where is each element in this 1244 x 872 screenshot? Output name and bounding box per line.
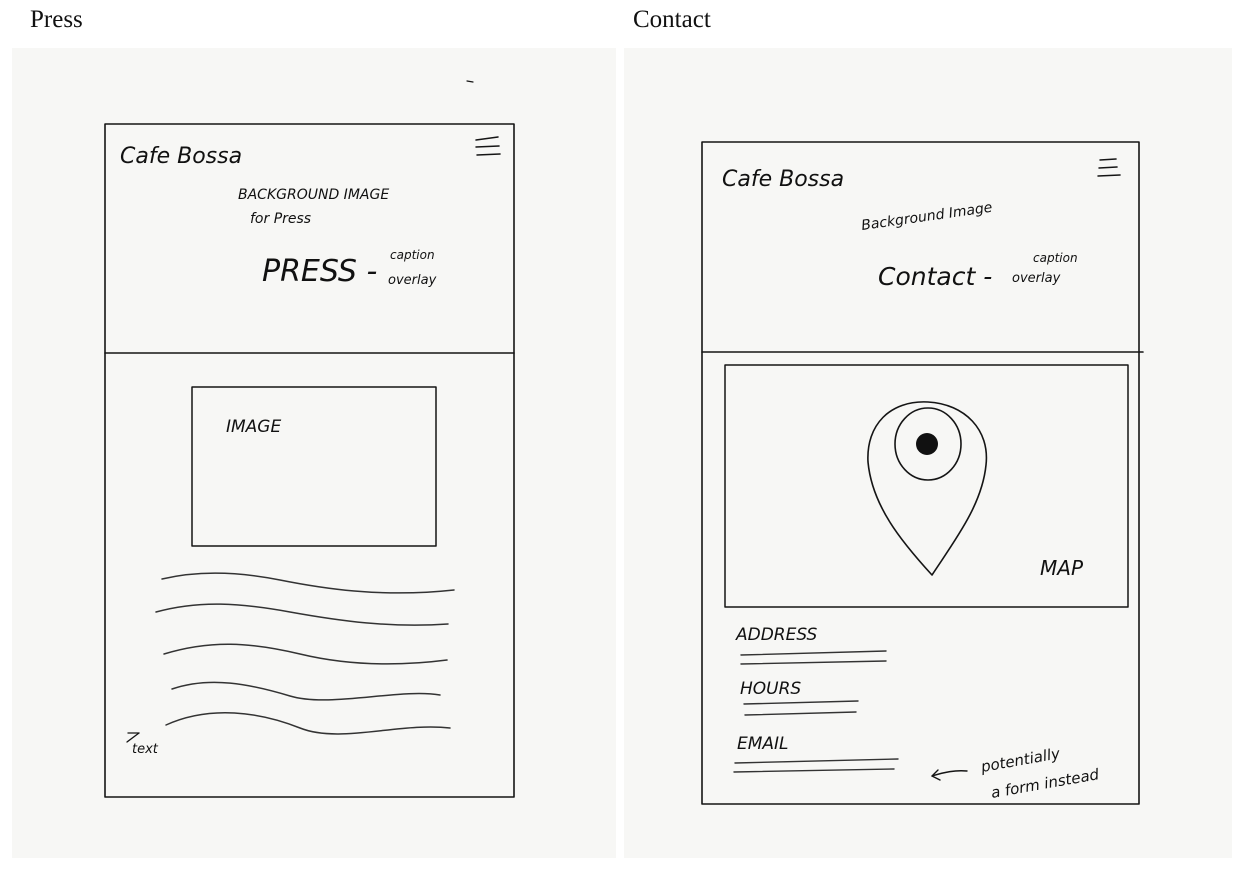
press-text-line [165, 712, 451, 735]
contact-phone-frame [701, 141, 1140, 805]
contact-map-label: MAP [1040, 556, 1084, 580]
press-text-line [171, 681, 441, 701]
contact-email-line [734, 758, 899, 764]
wireframe-sketches: Cafe Bossa BACKGROUND IMAGE for Press PR… [104, 80, 1144, 805]
contact-email-line [733, 768, 895, 773]
press-text-squiggles [155, 572, 455, 735]
press-hero-line-2: for Press [250, 211, 311, 227]
contact-address-label: ADDRESS [735, 625, 818, 645]
map-pin-icon [867, 401, 988, 576]
contact-caption-title: Contact - [878, 262, 992, 291]
contact-form-note-1: potentially [979, 744, 1063, 776]
press-caption-note-1: caption [390, 248, 435, 262]
press-image-placeholder [191, 386, 437, 547]
contact-email-label: EMAIL [737, 734, 789, 754]
press-logo: Cafe Bossa [120, 144, 242, 169]
press-stray-mark [466, 80, 474, 83]
press-image-label: IMAGE [226, 417, 281, 437]
press-text-arrow-icon [126, 732, 140, 743]
press-text-line [155, 603, 449, 626]
contact-hours-label: HOURS [740, 679, 801, 699]
contact-hours-line [743, 700, 859, 705]
contact-logo: Cafe Bossa [722, 167, 844, 192]
contact-address-line [740, 650, 887, 656]
contact-address-line [740, 660, 887, 665]
contact-hero-line: Background Image [860, 200, 993, 234]
contact-wireframe: Cafe Bossa Background Image Contact - ca… [701, 141, 1144, 805]
contact-caption-note-2: overlay [1012, 271, 1061, 286]
press-text-line [163, 643, 448, 665]
contact-caption-note-1: caption [1033, 251, 1078, 265]
press-text-line [161, 572, 455, 594]
press-hamburger-icon[interactable] [475, 136, 501, 156]
contact-hamburger-icon[interactable] [1097, 158, 1121, 177]
press-hero-line-1: BACKGROUND IMAGE [238, 187, 389, 203]
press-caption-note-2: overlay [388, 273, 437, 288]
form-note-arrow-icon [931, 769, 968, 781]
press-text-note: text [132, 742, 159, 757]
press-wireframe: Cafe Bossa BACKGROUND IMAGE for Press PR… [104, 80, 515, 798]
press-caption-title: PRESS - [262, 254, 377, 289]
contact-hours-line [744, 711, 857, 716]
